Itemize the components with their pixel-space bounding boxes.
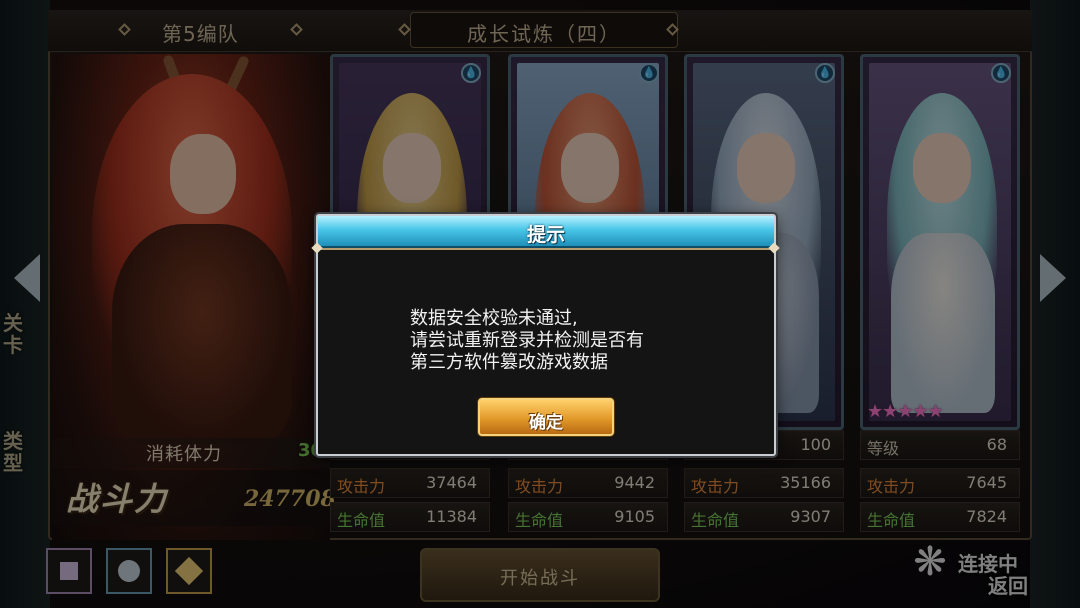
dialog-header: 提示: [318, 216, 774, 248]
alert-dialog: 提示 数据安全校验未通过, 请尝试重新登录并检测是否有 第三方软件篡改游戏数据 …: [311, 214, 780, 456]
confirm-button-label: 确定: [529, 413, 563, 433]
confirm-button[interactable]: 确定: [478, 398, 614, 436]
dialog-divider: [318, 248, 774, 250]
dialog-title: 提示: [526, 224, 565, 246]
dialog-message-line: 数据安全校验未通过,: [410, 308, 578, 329]
dialog-message: 数据安全校验未通过, 请尝试重新登录并检测是否有 第三方软件篡改游戏数据: [410, 308, 730, 374]
dialog-message-line: 请尝试重新登录并检测是否有: [410, 330, 644, 351]
dialog-message-line: 第三方软件篡改游戏数据: [410, 352, 608, 373]
game-screen: 关卡 类型 第5编队 成长试炼（四） 消耗体力 30 战斗力 247708 💧: [0, 0, 1080, 608]
